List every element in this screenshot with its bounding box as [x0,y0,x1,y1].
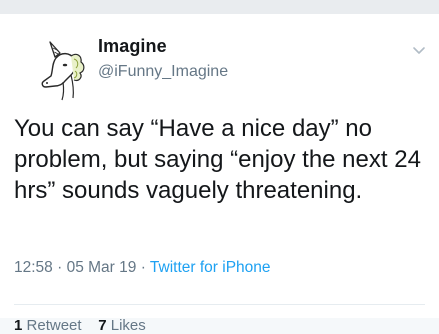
tweet-date[interactable]: 05 Mar 19 [67,259,137,276]
meta-separator: · [57,259,63,276]
user-handle[interactable]: @iFunny_Imagine [98,63,228,81]
chevron-down-icon[interactable] [411,42,427,58]
retweets-count: 1 [14,317,23,334]
tweet-time[interactable]: 12:58 [14,259,53,276]
tweet-card: Imagine @iFunny_Imagine You can say “Hav… [0,14,439,334]
divider [14,304,425,305]
likes-stat[interactable]: 7 Likes [98,317,146,334]
top-strip [0,0,439,14]
retweets-label: Retweet [26,317,82,334]
tweet-stats: 1 Retweet 7 Likes [14,317,146,334]
retweets-stat[interactable]: 1 Retweet [14,317,86,334]
likes-count: 7 [98,317,107,334]
unicorn-avatar-icon[interactable] [30,40,92,102]
tweet-text: You can say “Have a nice day” no problem… [14,115,421,204]
display-name[interactable]: Imagine [98,36,167,57]
meta-separator: · [140,259,146,276]
tweet-source-link[interactable]: Twitter for iPhone [150,259,271,276]
likes-label: Likes [110,317,146,334]
tweet-meta: 12:58 · 05 Mar 19 · Twitter for iPhone [14,259,271,277]
